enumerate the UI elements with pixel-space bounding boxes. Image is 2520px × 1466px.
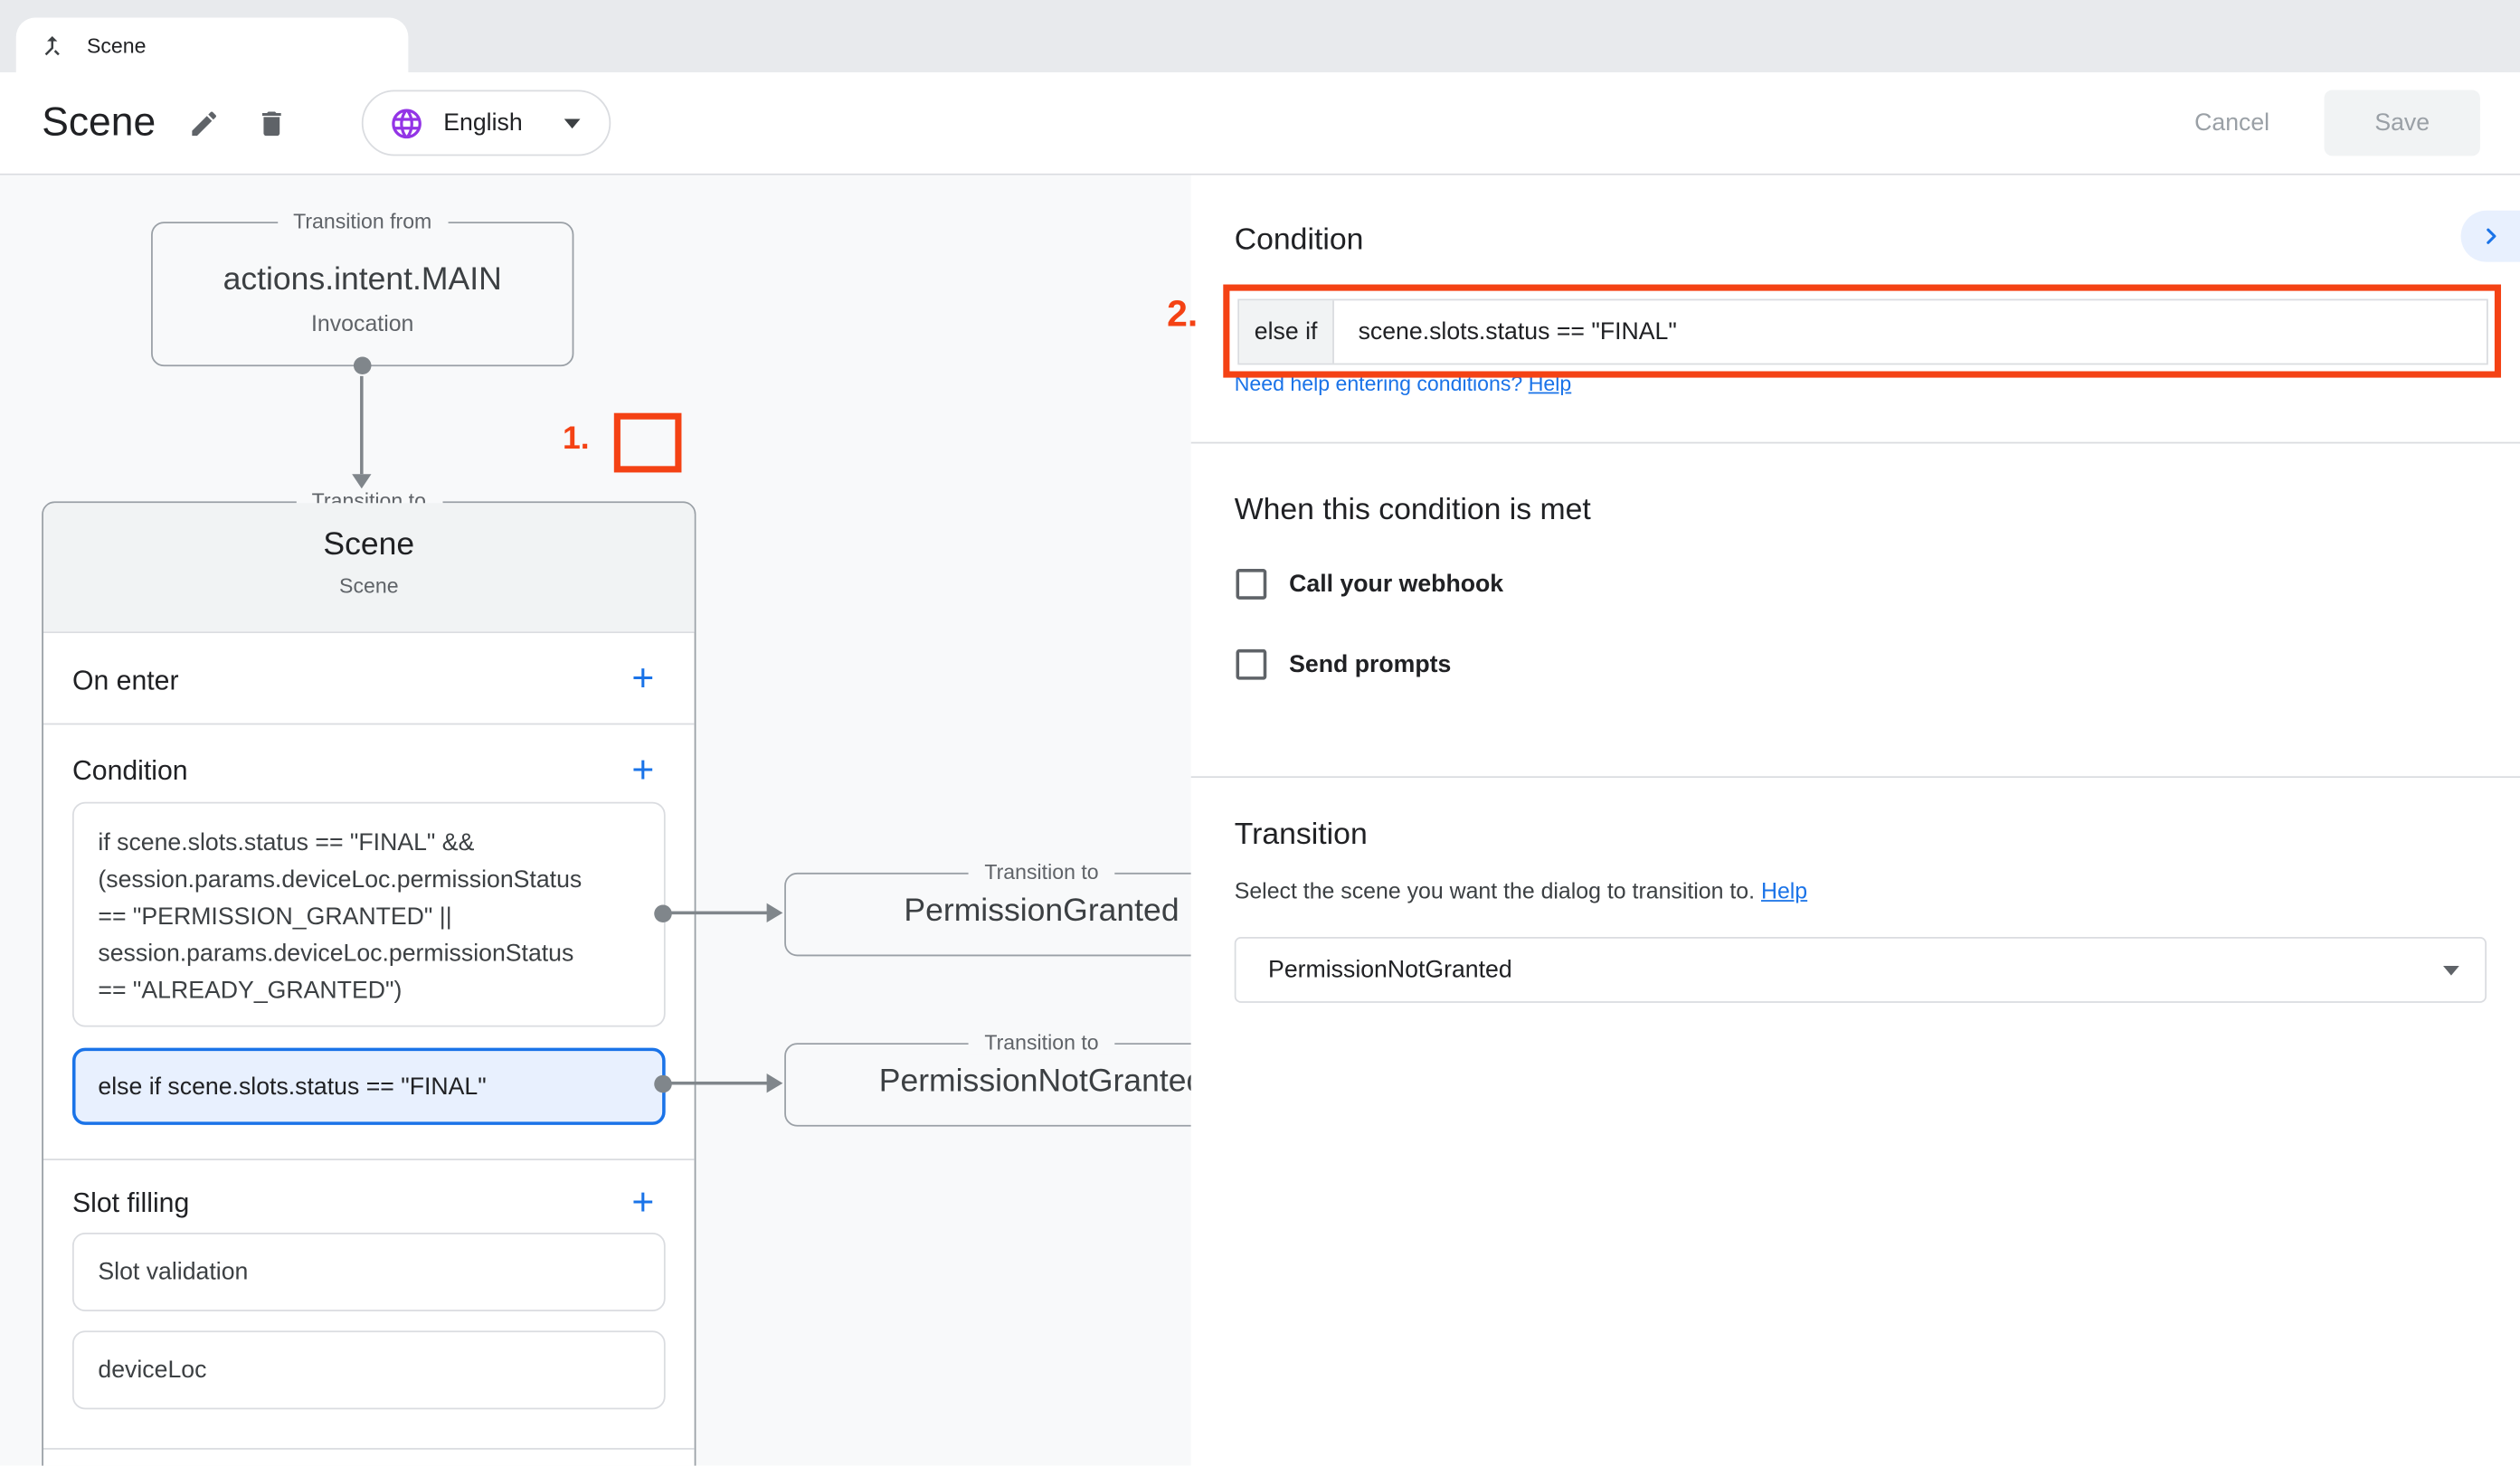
trash-icon: [255, 107, 288, 139]
caret-down-icon: [564, 118, 581, 128]
add-condition-button[interactable]: +: [631, 752, 654, 791]
scene-flow-canvas: Transition from actions.intent.MAIN Invo…: [0, 175, 1191, 1466]
condition-if-line: session.params.deviceLoc.permissionStatu…: [98, 935, 639, 972]
transition-to-legend: Transition to: [969, 1030, 1115, 1055]
slot-validation-item[interactable]: Slot validation: [72, 1233, 666, 1311]
transition-description: Select the scene you want the dialog to …: [1235, 877, 1807, 903]
delete-scene-button[interactable]: [249, 100, 294, 146]
slot-deviceloc-item[interactable]: deviceLoc: [72, 1330, 666, 1409]
annotation-step-1: 1.: [563, 421, 590, 459]
divider: [43, 1448, 695, 1450]
condition-expression-input[interactable]: scene.slots.status == "FINAL": [1334, 300, 2487, 363]
merge-icon: [39, 32, 66, 59]
caret-down-icon: [2443, 965, 2459, 975]
target-scene-permission-granted[interactable]: Transition to PermissionGranted: [784, 873, 1191, 956]
chevron-right-icon: [2477, 223, 2503, 249]
language-value: English: [443, 109, 522, 137]
collapse-panel-button[interactable]: [2461, 211, 2520, 262]
transition-description-text: Select the scene you want the dialog to …: [1235, 877, 1755, 903]
add-on-enter-button[interactable]: +: [631, 660, 654, 699]
tab-bar: Scene: [0, 0, 2520, 72]
transition-to-legend: Transition to: [969, 860, 1115, 884]
condition-heading: Condition: [1235, 223, 1364, 259]
condition-editor-panel: Condition else if scene.slots.status == …: [1191, 175, 2520, 1466]
transition-scene-dropdown[interactable]: PermissionNotGranted: [1235, 937, 2487, 1003]
connector-line: [360, 376, 364, 474]
pencil-icon: [188, 107, 221, 139]
condition-editor-row: else if scene.slots.status == "FINAL": [1237, 299, 2488, 365]
divider: [1191, 776, 2520, 778]
condition-help-link[interactable]: Help: [1529, 371, 1572, 395]
transition-from-legend: Transition from: [277, 209, 448, 233]
condition-if-line: if scene.slots.status == "FINAL" &&: [98, 825, 639, 862]
condition-else-if-item-selected[interactable]: else if scene.slots.status == "FINAL": [72, 1048, 666, 1125]
transition-heading: Transition: [1235, 818, 1368, 853]
condition-help-line: Need help entering conditions? Help: [1235, 371, 1572, 395]
intent-name: actions.intent.MAIN: [153, 262, 573, 299]
connector-line: [664, 912, 769, 915]
annotation-step-2: 2.: [1167, 292, 1198, 336]
slot-filling-label: Slot filling: [72, 1187, 189, 1220]
condition-if-line: == "PERMISSION_GRANTED" ||: [98, 898, 639, 935]
scene-card-header[interactable]: Scene Scene: [43, 503, 695, 633]
connector-dot: [354, 356, 372, 374]
condition-help-text: Need help entering conditions?: [1235, 371, 1523, 395]
on-enter-label: On enter: [72, 666, 179, 698]
divider: [43, 1159, 695, 1160]
target-scene-permission-not-granted[interactable]: Transition to PermissionNotGranted: [784, 1043, 1191, 1126]
annotation-box-1: [614, 413, 682, 473]
page-title: Scene: [42, 99, 156, 147]
condition-label: Condition: [72, 755, 188, 788]
cancel-button[interactable]: Cancel: [2194, 109, 2269, 137]
header: Scene English Cancel Save: [0, 72, 2520, 175]
globe-icon: [389, 105, 424, 140]
arrow-right-icon: [767, 1073, 783, 1092]
when-condition-met-heading: When this condition is met: [1235, 494, 1591, 529]
divider: [1191, 442, 2520, 444]
arrow-down-icon: [352, 474, 371, 488]
target-scene-name: PermissionNotGranted: [786, 1064, 1191, 1101]
target-scene-name: PermissionGranted: [786, 894, 1191, 931]
tab-scene[interactable]: Scene: [16, 18, 409, 72]
transition-help-link[interactable]: Help: [1761, 877, 1807, 903]
intent-type: Invocation: [153, 310, 573, 336]
send-prompts-checkbox[interactable]: [1236, 649, 1267, 680]
divider: [43, 724, 695, 725]
save-button[interactable]: Save: [2325, 90, 2480, 156]
connector-line: [664, 1082, 769, 1085]
condition-if-line: (session.params.deviceLoc.permissionStat…: [98, 861, 639, 898]
content: Transition from actions.intent.MAIN Invo…: [0, 175, 2520, 1466]
add-slot-button[interactable]: +: [631, 1185, 654, 1224]
else-if-chip: else if: [1239, 300, 1334, 363]
edit-scene-button[interactable]: [182, 100, 227, 146]
call-webhook-label: Call your webhook: [1289, 569, 1503, 600]
call-webhook-checkbox[interactable]: [1236, 569, 1267, 600]
transition-from-box[interactable]: Transition from actions.intent.MAIN Invo…: [151, 222, 573, 366]
condition-if-item[interactable]: if scene.slots.status == "FINAL" && (ses…: [72, 802, 666, 1027]
scene-card-title: Scene: [43, 527, 695, 564]
app-window: Scene Scene English Cancel Save: [0, 0, 2520, 1466]
scene-card-subtitle: Scene: [43, 573, 695, 598]
arrow-right-icon: [767, 903, 783, 922]
condition-if-line: == "ALREADY_GRANTED"): [98, 972, 639, 1009]
tab-label: Scene: [87, 33, 147, 57]
send-prompts-label: Send prompts: [1289, 649, 1451, 680]
scene-card: Transition to Scene Scene On enter + Con…: [42, 501, 696, 1465]
language-selector[interactable]: English: [362, 90, 611, 156]
transition-scene-value: PermissionNotGranted: [1268, 956, 2443, 983]
